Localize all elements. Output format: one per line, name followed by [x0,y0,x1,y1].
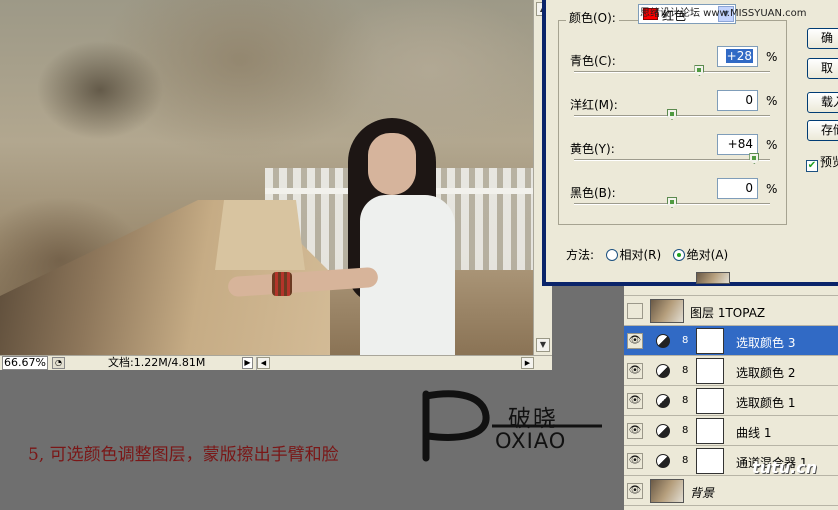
black-input[interactable]: 0 [717,178,758,199]
relative-radio[interactable]: 相对(R) [605,248,662,262]
status-bar: 66.67% ◔ 文档:1.22M/4.81M ▶ ◀ ▶ [0,355,552,370]
layer-row[interactable]: 👁 8 选取颜色 2 [624,356,838,386]
link-icon[interactable]: 8 [682,335,688,346]
horizontal-scrollbar[interactable]: ◀ ▶ [256,357,548,370]
percent-sign: % [766,182,778,196]
link-icon[interactable]: 8 [682,455,688,466]
step-caption: 5, 可选颜色调整图层，蒙版擦出手臂和脸 [28,445,339,465]
mask-thumbnail[interactable] [696,328,724,354]
relative-label: 相对(R) [619,248,662,262]
slider-black: 黑色(B): 0 % [570,178,790,224]
adjustment-icon [656,394,670,408]
slider-track[interactable] [574,159,770,161]
slider-label: 黑色(B): [570,186,616,200]
preview-label: 预览 [820,155,838,169]
cyan-value: +28 [725,49,753,63]
woman-face [368,133,416,195]
eye-icon[interactable]: 👁 [627,393,643,409]
eye-icon[interactable]: 👁 [627,333,643,349]
layer-row[interactable]: 👁 8 选取颜色 1 [624,386,838,416]
slider-cyan: 青色(C): +28 % [570,46,790,92]
logo-chinese: 破晓 [508,406,558,432]
load-button[interactable]: 载入 [807,92,838,113]
layer-row[interactable]: 图层 1TOPAZ [624,296,838,326]
eye-icon[interactable]: 👁 [627,363,643,379]
scroll-left-icon[interactable]: ◀ [257,357,270,369]
adjustment-icon [656,334,670,348]
eye-icon[interactable]: 👁 [627,423,643,439]
photo-document-window: ▲ ▼ 66.67% ◔ 文档:1.22M/4.81M ▶ ◀ ▶ [0,0,552,370]
eye-icon[interactable]: 👁 [627,453,643,469]
layer-thumbnail [650,299,684,323]
layer-row[interactable] [624,272,838,296]
dialog-body: 颜色(O): 红色 ▼ 青色(C): +28 % 洋红(M): 0 % 黄色(Y… [546,0,838,282]
check-icon[interactable]: ✔ [806,160,818,172]
absolute-label: 绝对(A) [686,248,729,262]
cancel-button[interactable]: 取 [807,58,838,79]
mask-thumbnail[interactable] [696,448,724,474]
scroll-right-icon[interactable]: ▶ [521,357,534,369]
document-size: 文档:1.22M/4.81M [108,356,206,369]
adjustment-icon [656,424,670,438]
adjustment-icon [656,454,670,468]
selective-color-dialog: 颜色(O): 红色 ▼ 青色(C): +28 % 洋红(M): 0 % 黄色(Y… [542,0,838,286]
method-label: 方法: [566,248,595,262]
layer-row[interactable]: 👁 8 曲线 1 [624,416,838,446]
radio-icon[interactable] [605,249,618,261]
radio-selected-icon[interactable] [672,249,685,261]
absolute-radio[interactable]: 绝对(A) [672,248,729,262]
scroll-down-icon[interactable]: ▼ [536,338,550,352]
link-icon[interactable]: 8 [682,425,688,436]
percent-sign: % [766,50,778,64]
bracelet [272,272,292,296]
slider-thumb[interactable] [667,197,677,208]
layer-row-selected[interactable]: 👁 8 选取颜色 3 [624,326,838,356]
eye-icon[interactable]: 👁 [627,483,643,499]
cyan-input[interactable]: +28 [717,46,758,67]
slider-thumb[interactable] [667,109,677,120]
save-button[interactable]: 存储 [807,120,838,141]
link-icon[interactable]: 8 [682,395,688,406]
percent-sign: % [766,138,778,152]
ok-button[interactable]: 确 [807,28,838,49]
yellow-input[interactable]: +84 [717,134,758,155]
preview-checkbox[interactable]: ✔预览 [806,153,838,172]
slider-thumb[interactable] [749,153,760,164]
slider-yellow: 黄色(Y): +84 % [570,134,790,180]
method-group: 方法: 相对(R) 绝对(A) [566,246,728,263]
magenta-input[interactable]: 0 [717,90,758,111]
mask-thumbnail[interactable] [696,388,724,414]
wall-top [215,200,305,270]
watermark: 思绪设计论坛 www.MISSYUAN.com [640,8,807,19]
photo-canvas[interactable] [0,0,533,355]
slider-magenta: 洋红(M): 0 % [570,90,790,136]
site-logo: tutu.cn [752,458,818,477]
link-icon[interactable]: 8 [682,365,688,376]
layer-thumbnail [650,479,684,503]
slider-thumb[interactable] [694,65,705,76]
layer-name: 图层 1TOPAZ [690,306,766,320]
layer-row[interactable]: 👁 背景 [624,476,838,506]
percent-sign: % [766,94,778,108]
zoom-field[interactable]: 66.67% [2,356,48,370]
mask-thumbnail[interactable] [696,358,724,384]
status-icon[interactable]: ◔ [52,357,65,369]
slider-track[interactable] [574,71,770,73]
layer-name: 选取颜色 3 [736,336,796,350]
layer-name: 背景 [690,486,715,500]
layer-name: 选取颜色 2 [736,366,796,380]
slider-label: 青色(C): [570,54,616,68]
visibility-toggle[interactable] [627,303,643,319]
slider-label: 洋红(M): [570,98,618,112]
mask-thumbnail[interactable] [696,418,724,444]
logo-pinyin: OXIAO [495,429,567,453]
colors-label: 颜色(O): [566,9,619,26]
layer-thumbnail [696,272,730,284]
layer-name: 选取颜色 1 [736,396,796,410]
adjustment-icon [656,364,670,378]
layer-name: 曲线 1 [736,426,772,440]
status-menu-arrow-icon[interactable]: ▶ [242,357,253,369]
slider-label: 黄色(Y): [570,142,615,156]
